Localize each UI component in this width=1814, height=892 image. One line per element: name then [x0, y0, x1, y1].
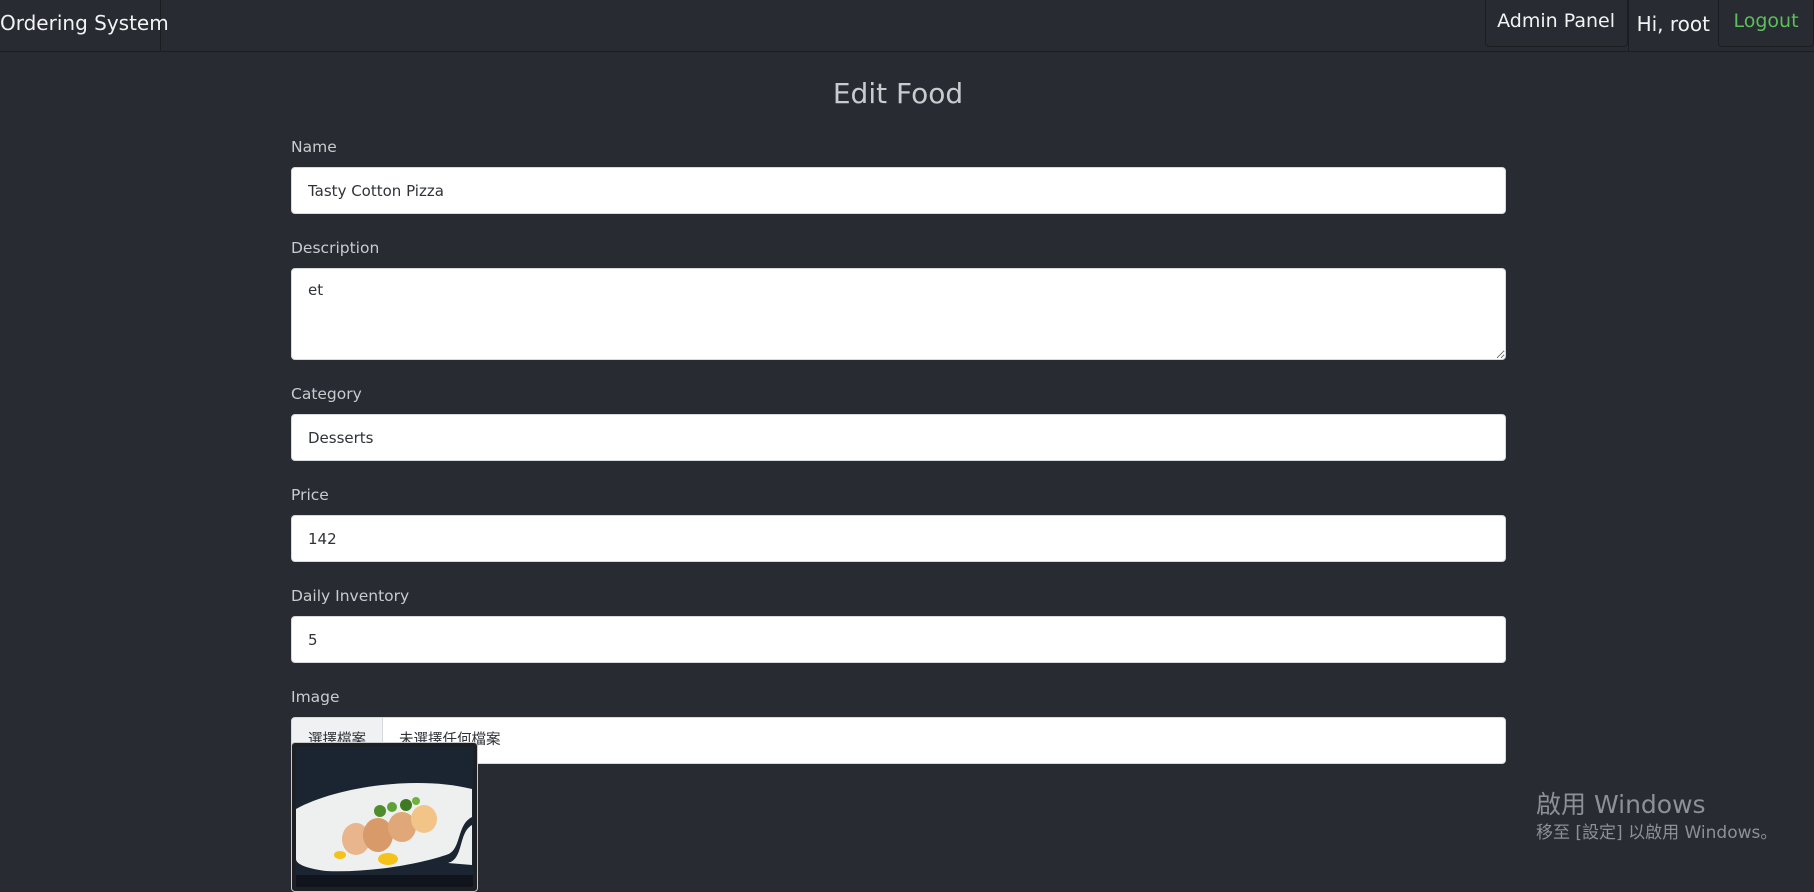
description-textarea[interactable]: et — [291, 268, 1506, 360]
description-group: Description et — [291, 237, 1506, 360]
inventory-group: Daily Inventory — [291, 585, 1506, 663]
watermark-title: 啟用 Windows — [1536, 790, 1706, 819]
inventory-label: Daily Inventory — [291, 587, 410, 605]
user-greeting: Hi, root — [1627, 0, 1718, 52]
name-input[interactable] — [291, 167, 1506, 214]
description-label: Description — [291, 239, 380, 257]
inventory-input[interactable] — [291, 616, 1506, 663]
name-label: Name — [291, 138, 337, 156]
food-photo — [296, 747, 473, 887]
food-image-preview — [291, 742, 478, 892]
navbar-right: Admin Panel Hi, root Logout — [1484, 0, 1814, 52]
price-group: Price — [291, 484, 1506, 562]
name-group: Name — [291, 136, 1506, 214]
watermark-subtitle: 移至 [設定] 以啟用 Windows。 — [1536, 823, 1778, 843]
navbar: Ordering System Admin Panel Hi, root Log… — [0, 0, 1814, 52]
price-input[interactable] — [291, 515, 1506, 562]
brand-link[interactable]: Ordering System — [0, 0, 169, 52]
edit-food-form: Name Description et Category Price Daily… — [291, 136, 1506, 787]
category-group: Category — [291, 383, 1506, 461]
category-input[interactable] — [291, 414, 1506, 461]
page-title: Edit Food — [832, 77, 964, 110]
image-label: Image — [291, 688, 340, 706]
price-label: Price — [291, 486, 329, 504]
windows-activation-watermark: 啟用 Windows 移至 [設定] 以啟用 Windows。 — [1536, 789, 1777, 845]
logout-button[interactable]: Logout — [1718, 0, 1814, 47]
admin-panel-button[interactable]: Admin Panel — [1484, 0, 1628, 47]
category-label: Category — [291, 385, 362, 403]
